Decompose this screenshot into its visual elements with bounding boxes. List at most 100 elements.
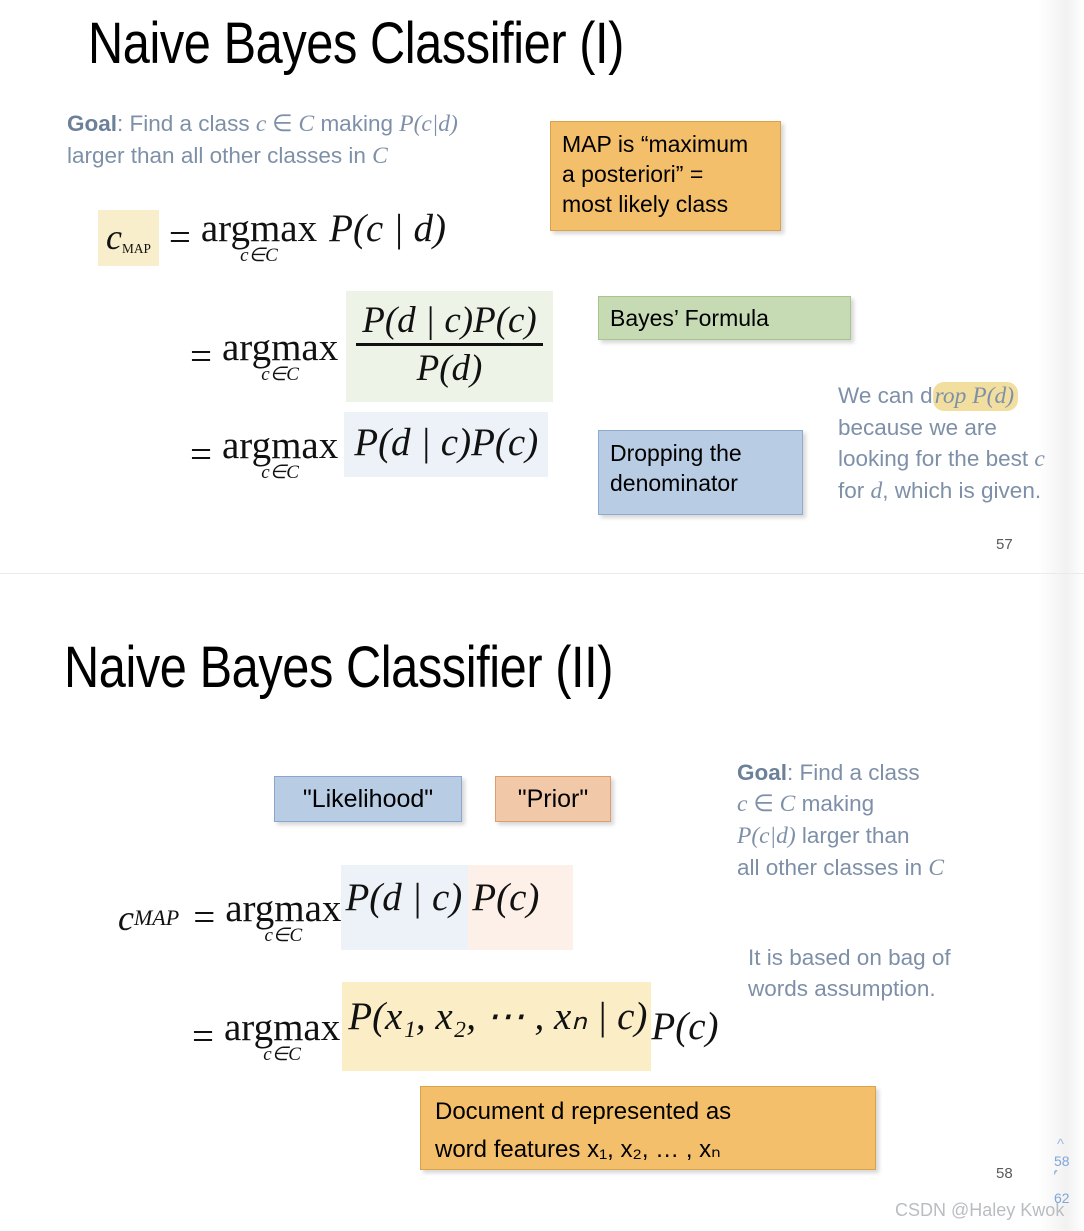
slide1-equation-line-3: = argmax c∈C P(d | c)P(c) xyxy=(190,412,549,497)
slide2-goal-line4: all other classes in xyxy=(737,855,929,880)
argmax-subscript-2: c∈C xyxy=(261,363,299,385)
drop-note-line3-a: looking for the best xyxy=(838,446,1035,471)
slide2-page-number: 58 xyxy=(996,1165,1013,1182)
drop-note-pre: We can d xyxy=(838,383,933,408)
chevron-up-icon[interactable]: ^ xyxy=(1057,1136,1084,1153)
goal-line1-a: : Find a class xyxy=(117,111,256,136)
slide-deck-page: Naive Bayes Classifier (I) Goal: Find a … xyxy=(0,0,1084,1231)
argmax-operator-1: argmax c∈C xyxy=(201,209,317,266)
argmax-operator-3: argmax c∈C xyxy=(222,426,338,483)
drop-note-line4-b: , which is given. xyxy=(882,478,1042,503)
slide2-goal-line4-C: C xyxy=(928,855,945,881)
callout-bayes-formula: Bayes’ Formula xyxy=(598,296,851,340)
fraction-numerator: P(d | c)P(c) xyxy=(362,300,537,341)
bayes-fraction-highlight: P(d | c)P(c) P(d) xyxy=(346,291,553,402)
slide-naive-bayes-1: Naive Bayes Classifier (I) Goal: Find a … xyxy=(0,0,1084,573)
callout-map-definition: MAP is “maximum a posteriori” = most lik… xyxy=(550,121,781,231)
slide2-goal-line2-rest: making xyxy=(795,791,875,816)
bag-words-line-2: words assumption. xyxy=(748,976,936,1001)
slide2-goal-var-c: c xyxy=(737,791,748,817)
argmax-label-1: argmax xyxy=(200,207,318,250)
pager-current-page: 58 xyxy=(1054,1153,1070,1169)
goal-line2-C: C xyxy=(372,143,388,169)
callout-drop-line-2: denominator xyxy=(610,470,738,496)
goal-elem-symbol: ∈ xyxy=(266,111,299,137)
argmax-label-2: argmax xyxy=(222,325,339,369)
goal-label: Goal xyxy=(67,111,118,136)
cmap-highlight: cMAP xyxy=(98,209,159,266)
bayes-fraction: P(d | c)P(c) P(d) xyxy=(356,299,543,392)
slide2-cmap-symbol: c xyxy=(118,897,134,938)
callout-prior: "Prior" xyxy=(495,776,611,822)
argmax-operator-2: argmax c∈C xyxy=(222,328,338,385)
slide2-goal-text: Goal: Find a class c ∈ C making P(c|d) l… xyxy=(737,757,1037,884)
equals-sign-3: = xyxy=(190,433,212,476)
slide1-equation-line-2: = argmax c∈C P(d | c)P(c) P(d) xyxy=(190,291,553,422)
slide1-drop-note: We can drop P(d) because we are looking … xyxy=(838,380,1084,507)
slide2-argmax-subscript-2: c∈C xyxy=(263,1044,301,1065)
expr-p-c-given-d: P(c | d) xyxy=(329,207,446,250)
slide2-joint-expr: P(x₁, x₂, ⋯ , xₙ | c) xyxy=(342,982,652,1071)
slide2-argmax-subscript-1: c∈C xyxy=(264,925,303,946)
equals-sign-2: = xyxy=(190,334,212,378)
callout-map-line-2: a posteriori” = xyxy=(562,161,704,187)
goal-line1-b: making xyxy=(314,111,400,136)
goal-var-c: c xyxy=(255,111,267,137)
csdn-watermark: CSDN @Haley Kwok xyxy=(895,1200,1065,1220)
slide2-prior-expr-2: P(c) xyxy=(651,1005,719,1048)
callout-prior-label: "Prior" xyxy=(517,784,589,813)
drop-note-line4-a: for xyxy=(838,478,871,503)
cmap-symbol: c xyxy=(106,216,122,257)
slide2-argmax-operator-1: argmax c∈C xyxy=(225,889,341,946)
slide2-goal-elem-symbol: ∈ xyxy=(747,791,780,817)
slide2-prior-expr: P(c) xyxy=(468,865,574,950)
slide2-argmax-operator-2: argmax c∈C xyxy=(224,1008,340,1065)
equals-sign-1: = xyxy=(168,216,191,259)
callout-likelihood: "Likelihood" xyxy=(274,776,462,822)
slide2-equation-line-2: = argmax c∈C P(x₁, x₂, ⋯ , xₙ | c) P(c) xyxy=(192,982,719,1091)
pager-total-pages: 62 xyxy=(1054,1190,1070,1206)
pager-slash-icon xyxy=(1054,1170,1076,1190)
slide2-equation-line-1: c MAP = argmax c∈C P(d | c) P(c) xyxy=(118,865,574,970)
callout-map-line-3: most likely class xyxy=(562,191,729,217)
callout-document-line-1: Document d represented as xyxy=(435,1098,732,1125)
slide2-goal-line3-rest: larger than xyxy=(795,823,910,848)
drop-note-highlight: rop P(d) xyxy=(932,382,1019,411)
fraction-denominator: P(d) xyxy=(416,347,483,389)
slide1-title: Naive Bayes Classifier (I) xyxy=(88,11,624,76)
slide2-bag-of-words-note: It is based on bag of words assumption. xyxy=(748,942,1048,1004)
callout-map-line-1: MAP is “maximum xyxy=(562,131,749,157)
slide-naive-bayes-2: Naive Bayes Classifier (II) "Likelihood"… xyxy=(0,574,1084,1231)
drop-note-line2: because we are xyxy=(838,415,997,440)
slide2-goal-line1: : Find a class xyxy=(787,760,920,785)
goal-prob-expr: P(c|d) xyxy=(399,111,458,137)
goal-line2: larger than all other classes in xyxy=(67,143,373,168)
argmax-label-3: argmax xyxy=(222,424,339,467)
callout-document-features: Document d represented as word features … xyxy=(420,1086,876,1170)
callout-likelihood-label: "Likelihood" xyxy=(302,784,434,813)
slide2-argmax-label-1: argmax xyxy=(225,887,342,930)
callout-bayes-label: Bayes’ Formula xyxy=(610,304,769,331)
slide2-equals-sign-1: = xyxy=(193,896,216,939)
expr-p-d-given-c-times-p-c: P(d | c)P(c) xyxy=(344,412,549,477)
slide2-equals-sign-2: = xyxy=(192,1015,214,1058)
slide1-equation-line-1: cMAP = argmax c∈C P(c | d) xyxy=(98,206,446,269)
slide2-edge-shadow xyxy=(1038,574,1084,1231)
callout-drop-line-1: Dropping the xyxy=(610,440,742,466)
slide1-page-number: 57 xyxy=(996,536,1013,553)
callout-dropping-denominator: Dropping the denominator xyxy=(598,430,803,515)
slide2-argmax-label-2: argmax xyxy=(224,1006,341,1049)
slide2-title: Naive Bayes Classifier (II) xyxy=(64,635,614,700)
slide1-goal-text: Goal: Find a class c ∈ C making P(c|d) l… xyxy=(67,108,547,172)
page-navigator[interactable]: ^ 58 62 xyxy=(1054,1136,1084,1207)
bag-words-line-1: It is based on bag of xyxy=(748,945,951,970)
drop-note-var-c: c xyxy=(1034,446,1045,472)
slide2-goal-label: Goal xyxy=(737,760,788,785)
slide2-cmap-subscript: MAP xyxy=(133,904,180,930)
callout-document-line-2: word features x₁, x₂, … , xₙ xyxy=(435,1136,721,1163)
slide2-goal-var-C: C xyxy=(779,791,796,817)
argmax-subscript-1: c∈C xyxy=(240,245,278,266)
drop-note-var-d: d xyxy=(870,478,883,504)
argmax-subscript-3: c∈C xyxy=(261,462,299,483)
slide2-goal-prob: P(c|d) xyxy=(737,823,796,849)
